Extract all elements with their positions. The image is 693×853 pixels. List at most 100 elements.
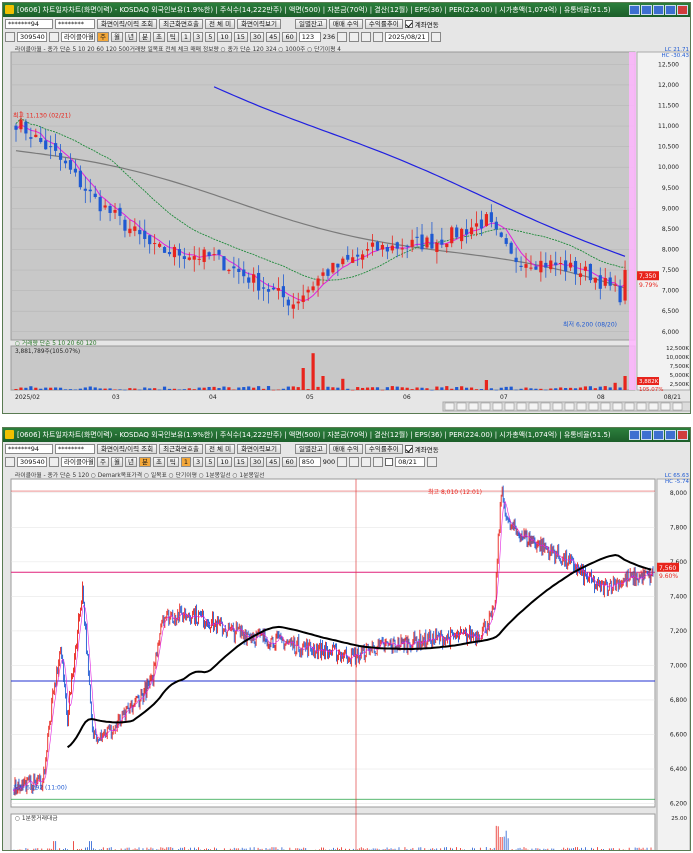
period-minute-button[interactable]: 분: [138, 457, 151, 467]
chart-tool-icon[interactable]: [444, 402, 455, 411]
account-select[interactable]: *******94: [5, 444, 53, 454]
date-checkbox[interactable]: [385, 458, 394, 466]
recent-screen-button[interactable]: 최근화면호출: [159, 444, 203, 454]
period-month-button[interactable]: 월: [110, 457, 123, 467]
interval-15-button[interactable]: 15: [233, 32, 248, 42]
maximize-icon[interactable]: [665, 5, 676, 15]
period-tick-button[interactable]: 틱: [166, 32, 179, 42]
daily-balance-button[interactable]: 일별잔고: [294, 19, 327, 29]
window-title-bar[interactable]: [0606] 차트일자차트(화면이력) - KOSDAQ 외국인보유(1.9%한…: [3, 3, 690, 17]
stock-code-input[interactable]: 309540: [17, 32, 47, 42]
chart-tool-icon[interactable]: [468, 402, 479, 411]
chart-tool-icon[interactable]: [564, 402, 575, 411]
calendar-icon[interactable]: [431, 32, 442, 42]
interval-15-button[interactable]: 15: [233, 457, 248, 467]
chart-tool-icon[interactable]: [552, 402, 563, 411]
interval-10-button[interactable]: 10: [217, 457, 232, 467]
chart-tool-icon[interactable]: [648, 402, 659, 411]
chart-tool-icon[interactable]: [624, 402, 635, 411]
chart-type-icon[interactable]: [349, 457, 360, 467]
window-title-bar[interactable]: [0606] 차트일자차트(화면이력) - KOSDAQ 외국인보유(1.9%한…: [3, 428, 690, 442]
all-button[interactable]: 전 체 미: [205, 19, 236, 29]
chart-tool-icon[interactable]: [600, 402, 611, 411]
chart-tool-icon[interactable]: [504, 402, 515, 411]
chart-tool-icon[interactable]: [492, 402, 503, 411]
history-query-button[interactable]: 화면이력/이력 조회: [97, 444, 158, 454]
refresh-icon[interactable]: [373, 457, 384, 467]
save-icon[interactable]: [361, 32, 372, 42]
recent-screen-button[interactable]: 최근화면호출: [159, 19, 203, 29]
trade-profit-button[interactable]: 매매 수익: [328, 444, 363, 454]
interval-30-button[interactable]: 30: [249, 32, 265, 42]
daily-chart[interactable]: 12,500 12,000 11,500 11,000 10,500 10,000 9,50…: [3, 44, 691, 414]
interval-60-button[interactable]: 60: [282, 32, 297, 42]
count-input[interactable]: 850: [298, 457, 321, 467]
count-input[interactable]: 123: [298, 32, 321, 42]
save-icon[interactable]: [361, 457, 372, 467]
pen-icon[interactable]: [337, 457, 348, 467]
chart-tool-icon[interactable]: [540, 402, 551, 411]
trade-profit-button[interactable]: 매매 수익: [328, 19, 363, 29]
calendar-icon[interactable]: [427, 457, 438, 467]
chart-type-icon[interactable]: [349, 32, 360, 42]
refresh-icon[interactable]: [373, 32, 384, 42]
interval-1-button[interactable]: 1: [180, 32, 192, 42]
interval-1-button[interactable]: 1: [180, 457, 192, 467]
account-link-checkbox[interactable]: [404, 20, 413, 28]
period-month-button[interactable]: 월: [110, 32, 123, 42]
interval-60-button[interactable]: 60: [282, 457, 297, 467]
interval-45-button[interactable]: 45: [266, 32, 281, 42]
search-icon[interactable]: [49, 32, 59, 42]
close-icon[interactable]: [677, 430, 688, 440]
date-input[interactable]: 08/21: [395, 457, 426, 467]
settings-icon[interactable]: [629, 5, 640, 15]
chart-tool-icon[interactable]: [612, 402, 623, 411]
password-field[interactable]: ********: [55, 444, 95, 454]
help-icon[interactable]: [641, 430, 652, 440]
interval-3-button[interactable]: 3: [193, 457, 204, 467]
close-icon[interactable]: [677, 5, 688, 15]
profit-trend-button[interactable]: 수익률추이: [364, 19, 403, 29]
profit-trend-button[interactable]: 수익률추이: [364, 444, 403, 454]
account-select[interactable]: *******94: [5, 19, 53, 29]
chart-tool-icon[interactable]: [588, 402, 599, 411]
period-week-button[interactable]: 주: [97, 457, 109, 467]
chart-tool-icon[interactable]: [576, 402, 587, 411]
chart-tool-icon[interactable]: [516, 402, 527, 411]
search-icon[interactable]: [49, 457, 59, 467]
history-view-button[interactable]: 화면이력보기: [237, 19, 281, 29]
period-second-button[interactable]: 초: [152, 32, 165, 42]
minimize-icon[interactable]: [653, 5, 664, 15]
chart-tool-icon[interactable]: [528, 402, 539, 411]
period-year-button[interactable]: 년: [124, 32, 137, 42]
period-tick-button[interactable]: 틱: [166, 457, 179, 467]
history-view-button[interactable]: 화면이력보기: [237, 444, 281, 454]
interval-45-button[interactable]: 45: [266, 457, 281, 467]
stock-code-input[interactable]: 309540: [17, 457, 47, 467]
daily-balance-button[interactable]: 일별잔고: [294, 444, 327, 454]
date-input[interactable]: 2025/08/21: [385, 32, 430, 42]
period-week-button[interactable]: 주: [97, 32, 109, 42]
all-button[interactable]: 전 체 미: [205, 444, 236, 454]
minute-chart[interactable]: 8,0007,8007,6007,4007,2007,0006,8006,600…: [3, 469, 691, 851]
interval-30-button[interactable]: 30: [249, 457, 265, 467]
period-minute-button[interactable]: 분: [138, 32, 151, 42]
interval-5-button[interactable]: 5: [205, 32, 216, 42]
chart-tool-icon[interactable]: [636, 402, 647, 411]
chart-tool-icon[interactable]: [480, 402, 491, 411]
stock-name-field[interactable]: 라이클아월: [61, 457, 95, 467]
pen-icon[interactable]: [337, 32, 348, 42]
account-link-checkbox[interactable]: [404, 445, 413, 453]
history-query-button[interactable]: 화면이력/이력 조회: [97, 19, 158, 29]
interval-5-button[interactable]: 5: [205, 457, 216, 467]
minimize-icon[interactable]: [653, 430, 664, 440]
help-icon[interactable]: [641, 5, 652, 15]
stock-icon[interactable]: [5, 457, 15, 467]
stock-name-field[interactable]: 라이클아월: [61, 32, 95, 42]
stock-icon[interactable]: [5, 32, 15, 42]
password-field[interactable]: ********: [55, 19, 95, 29]
chart-tool-icon[interactable]: [456, 402, 467, 411]
settings-icon[interactable]: [629, 430, 640, 440]
interval-3-button[interactable]: 3: [193, 32, 204, 42]
maximize-icon[interactable]: [665, 430, 676, 440]
